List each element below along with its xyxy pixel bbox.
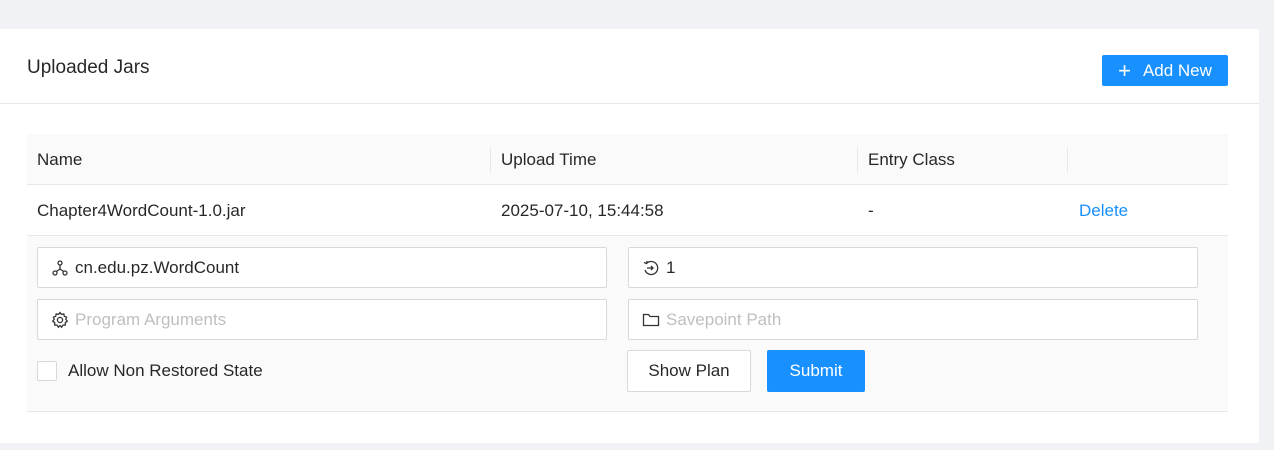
- allow-non-restored-option[interactable]: Allow Non Restored State: [37, 361, 263, 381]
- parallelism-field[interactable]: [628, 247, 1198, 288]
- jar-name: Chapter4WordCount-1.0.jar: [37, 200, 246, 220]
- savepoint-path-field[interactable]: [628, 299, 1198, 340]
- parallelism-icon: [642, 259, 660, 277]
- header-actions: [1068, 134, 1228, 185]
- submit-job-form: Allow Non Restored State Show Plan Submi…: [27, 236, 1228, 412]
- program-arguments-field[interactable]: [37, 299, 607, 340]
- header-name: Name: [37, 149, 83, 169]
- add-new-label: Add New: [1142, 60, 1212, 80]
- table-header: Name Upload Time Entry Class: [27, 134, 1228, 185]
- allow-non-restored-label: Allow Non Restored State: [68, 361, 263, 380]
- program-arguments-input[interactable]: [75, 309, 606, 330]
- card-title: Uploaded Jars: [27, 57, 150, 78]
- entry-class-input[interactable]: [75, 257, 606, 278]
- header-entry-class: Entry Class: [868, 149, 955, 169]
- uploaded-jars-card: Uploaded Jars + Add New Name Upload Time…: [0, 29, 1259, 443]
- savepoint-path-input[interactable]: [666, 309, 1197, 330]
- jar-entry-class: -: [868, 200, 874, 220]
- cluster-icon: [51, 259, 69, 277]
- parallelism-input[interactable]: [666, 257, 1197, 278]
- entry-class-field[interactable]: [37, 247, 607, 288]
- delete-link[interactable]: Delete: [1079, 201, 1128, 221]
- card-header: Uploaded Jars + Add New: [0, 29, 1259, 104]
- add-new-button[interactable]: + Add New: [1102, 55, 1228, 86]
- allow-non-restored-checkbox[interactable]: [37, 361, 57, 381]
- gear-icon: [51, 310, 69, 329]
- jar-upload-time: 2025-07-10, 15:44:58: [501, 200, 664, 220]
- folder-icon: [642, 311, 660, 329]
- show-plan-button[interactable]: Show Plan: [627, 350, 751, 392]
- submit-button[interactable]: Submit: [767, 350, 865, 392]
- header-upload-time: Upload Time: [501, 149, 597, 169]
- plus-icon: +: [1118, 57, 1131, 83]
- table-row[interactable]: Chapter4WordCount-1.0.jar 2025-07-10, 15…: [27, 185, 1228, 236]
- jars-table: Name Upload Time Entry Class Chapter4Wor…: [27, 134, 1228, 412]
